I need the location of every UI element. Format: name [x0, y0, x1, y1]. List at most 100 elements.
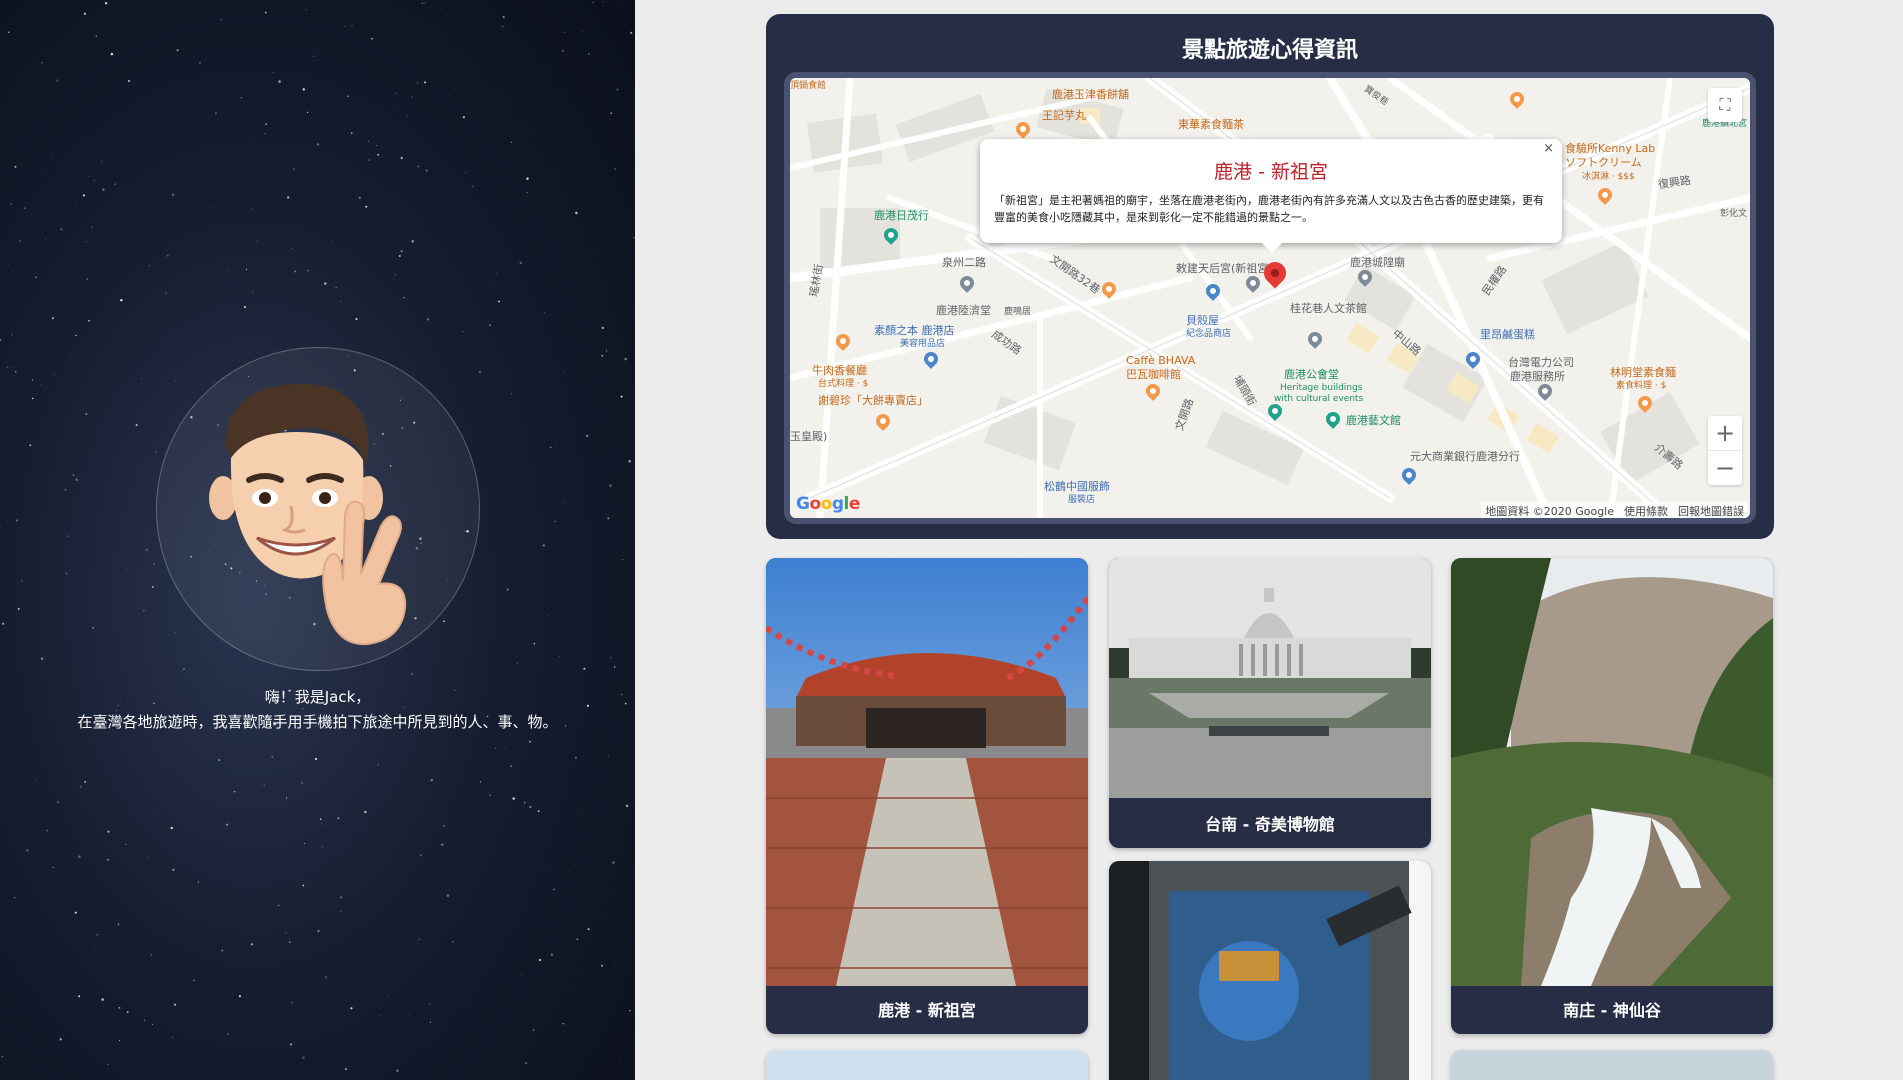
star — [107, 830, 110, 833]
map-label: 王記芋丸 — [1042, 109, 1086, 122]
star — [176, 49, 179, 52]
fullscreen-button[interactable]: ⛶ — [1708, 88, 1742, 122]
star — [583, 667, 586, 670]
star — [443, 825, 445, 827]
star — [522, 839, 524, 841]
star — [26, 849, 29, 852]
star — [337, 817, 340, 820]
star — [227, 1033, 229, 1035]
star — [488, 785, 490, 787]
star — [23, 207, 26, 210]
star — [271, 755, 274, 758]
info-window-close-button[interactable]: × — [1543, 141, 1554, 156]
star — [148, 856, 149, 858]
gallery-item-chimei-museum[interactable]: 台南 - 奇美博物館 — [1109, 558, 1431, 848]
star — [285, 932, 287, 934]
report-error-link[interactable]: 回報地圖錯誤 — [1678, 503, 1744, 518]
map-label: 貝殼屋 — [1186, 314, 1219, 327]
map-label: 鹿港陸濟堂 — [936, 304, 991, 317]
star — [170, 826, 173, 830]
star — [127, 79, 131, 83]
terms-link[interactable]: 使用條款 — [1624, 503, 1668, 518]
star — [633, 236, 635, 239]
star — [293, 168, 295, 170]
star — [496, 273, 498, 274]
star — [317, 929, 320, 933]
star — [322, 846, 324, 848]
map-label: 鹿港玉津香餅舖 — [1052, 88, 1129, 101]
star — [320, 823, 323, 825]
star — [104, 2, 108, 5]
star — [20, 579, 23, 582]
star — [11, 333, 14, 336]
star — [575, 864, 576, 866]
star — [307, 270, 309, 272]
zoom-out-button[interactable]: − — [1708, 451, 1742, 485]
star — [576, 813, 578, 814]
star — [452, 941, 454, 943]
star — [221, 949, 224, 952]
star — [8, 264, 9, 266]
star — [335, 1018, 336, 1019]
star — [441, 843, 444, 846]
star — [393, 107, 394, 108]
star — [462, 330, 464, 332]
star — [550, 446, 552, 448]
logo-letter: G — [796, 494, 810, 514]
star — [525, 1062, 528, 1065]
star — [272, 993, 274, 995]
star — [85, 412, 88, 416]
star — [489, 324, 491, 327]
star — [143, 609, 145, 612]
star — [526, 192, 528, 194]
star — [88, 319, 90, 322]
gallery-item-xinzu-temple[interactable]: 鹿港 - 新祖宮 — [766, 558, 1088, 1034]
gallery-caption: 南庄 - 神仙谷 — [1563, 1001, 1661, 1020]
star — [545, 870, 547, 872]
star — [501, 25, 504, 28]
star — [628, 460, 631, 463]
star — [358, 196, 361, 199]
gallery-item-shenxian-valley[interactable]: 南庄 - 神仙谷 — [1451, 558, 1773, 1034]
star — [601, 326, 604, 330]
gallery-item-mural-building[interactable] — [1109, 861, 1431, 1080]
gallery-item-partial[interactable] — [1451, 1050, 1773, 1080]
star — [166, 767, 168, 768]
star — [601, 964, 603, 967]
map-label: 鹿港藝文館 — [1346, 414, 1401, 427]
star — [135, 424, 138, 426]
star — [143, 1019, 145, 1021]
star — [52, 866, 54, 869]
star — [610, 657, 612, 659]
star — [550, 953, 553, 956]
star — [394, 274, 396, 276]
map-label: 巴瓦咖啡館 — [1126, 368, 1181, 381]
star — [345, 1068, 347, 1070]
star — [564, 501, 566, 503]
star — [471, 185, 474, 188]
star — [303, 842, 305, 845]
star — [567, 613, 569, 615]
google-map[interactable]: 頂鍋食館 鹿港玉津香餅舖 王記芋丸 東華素食麵茶 寶俊巷 食驗所Kenny La… — [784, 72, 1756, 524]
star — [166, 1014, 167, 1015]
star — [426, 318, 430, 321]
star — [94, 948, 95, 950]
star — [98, 645, 100, 647]
google-logo[interactable]: Google — [796, 494, 860, 514]
star — [161, 106, 162, 108]
star — [290, 1001, 293, 1004]
star — [521, 974, 523, 976]
profile-panel: 嗨！我是Jack， 在臺灣各地旅遊時，我喜歡隨手用手機拍下旅途中所見到的人、事、… — [0, 0, 635, 1080]
star — [51, 317, 54, 320]
star — [116, 849, 117, 851]
map-label: 鹿港城隍廟 — [1350, 256, 1405, 269]
star — [417, 943, 418, 945]
star — [620, 395, 623, 398]
gallery-item-partial[interactable] — [766, 1050, 1088, 1080]
star — [118, 1006, 121, 1009]
star — [351, 25, 353, 27]
star — [287, 196, 290, 199]
star — [15, 519, 19, 522]
zoom-in-button[interactable]: + — [1708, 416, 1742, 450]
star — [120, 298, 123, 302]
